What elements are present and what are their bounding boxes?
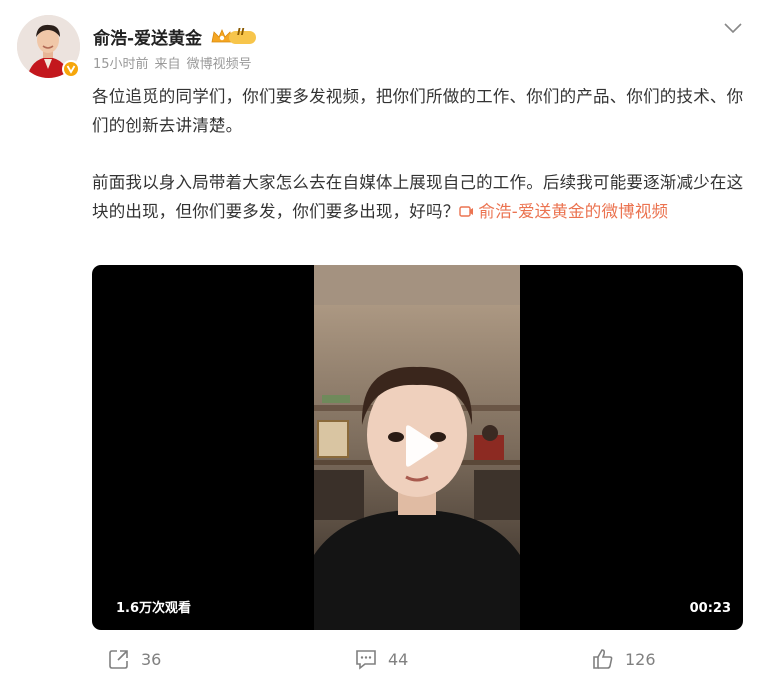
action-bar: 36 44 126	[0, 648, 768, 681]
video-camera-icon	[459, 206, 474, 217]
chevron-down-icon	[724, 23, 742, 34]
thumbs-up-icon	[593, 649, 613, 669]
play-button[interactable]	[396, 424, 441, 469]
post-text: 各位追觅的同学们，你们要多发视频，把你们所做的工作、你们的产品、你们的技术、你们…	[92, 82, 750, 226]
share-icon	[109, 650, 128, 669]
verified-badge-icon	[62, 60, 80, 78]
view-count: 1.6万次观看	[116, 601, 192, 616]
comment-count: 44	[388, 649, 409, 669]
vip-level-label: II	[237, 27, 245, 38]
crown-icon	[211, 28, 257, 44]
author-name[interactable]: 俞浩-爱送黄金	[93, 24, 202, 49]
like-count: 126	[625, 649, 656, 669]
video-duration: 00:23	[689, 601, 731, 616]
more-menu-button[interactable]	[722, 20, 744, 36]
video-source-link[interactable]: 俞浩-爱送黄金的微博视频	[459, 202, 668, 221]
comment-icon	[356, 650, 376, 670]
comment-button[interactable]: 44	[355, 648, 408, 670]
post-meta: 15小时前 来自 微博视频号	[93, 53, 258, 72]
video-player[interactable]: 1.6万次观看 00:23	[92, 265, 743, 630]
play-icon	[406, 425, 438, 467]
vip-crown-badge[interactable]	[210, 27, 258, 47]
video-link-label: 俞浩-爱送黄金的微博视频	[478, 202, 669, 221]
post-time[interactable]: 15小时前	[93, 57, 149, 72]
source-prefix: 来自	[154, 57, 181, 72]
repost-count: 36	[141, 649, 162, 669]
post-paragraph: 前面我以身入局带着大家怎么去在自媒体上展现自己的工作。后续我可能要逐渐减少在这块…	[92, 168, 750, 226]
post-paragraph: 各位追觅的同学们，你们要多发视频，把你们所做的工作、你们的产品、你们的技术、你们…	[92, 87, 744, 135]
like-button[interactable]: 126	[592, 648, 656, 670]
repost-button[interactable]: 36	[108, 648, 161, 670]
post-source[interactable]: 微博视频号	[187, 57, 252, 72]
